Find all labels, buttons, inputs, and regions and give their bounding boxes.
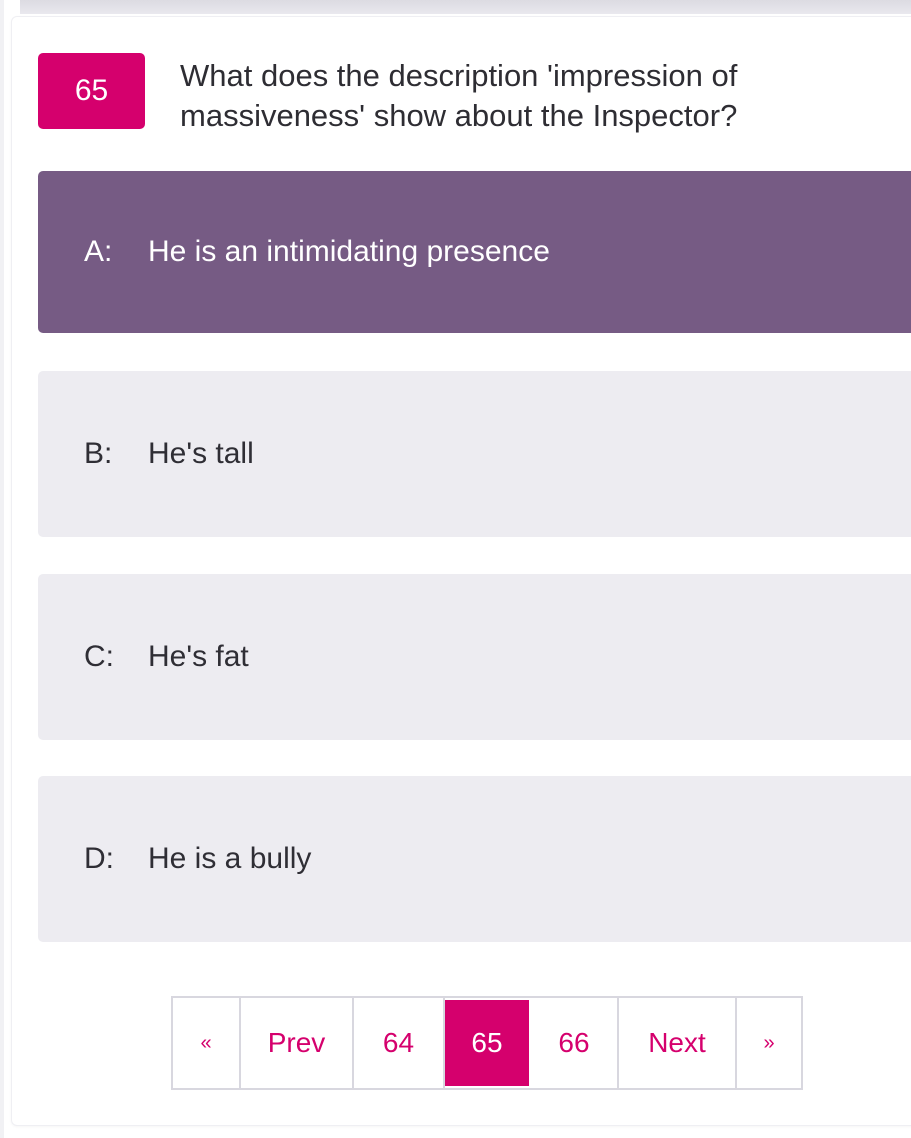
previous-card-edge — [20, 0, 911, 14]
first-page-button[interactable]: « — [173, 998, 241, 1088]
option-text: He's fat — [148, 640, 249, 673]
page-64-button[interactable]: 64 — [354, 998, 445, 1088]
pagination: « Prev 64 65 66 Next » — [171, 996, 803, 1090]
option-text: He is an intimidating presence — [148, 235, 550, 268]
option-letter: A: — [84, 235, 113, 268]
option-text: He's tall — [148, 437, 254, 470]
option-d[interactable]: D: He is a bully — [38, 776, 911, 942]
last-page-button[interactable]: » — [737, 998, 801, 1088]
option-b[interactable]: B: He's tall — [38, 371, 911, 537]
left-rail — [0, 0, 4, 1138]
question-text: What does the description 'impression of… — [180, 58, 738, 133]
option-text: He is a bully — [148, 842, 312, 875]
page-65-button-current[interactable]: 65 — [445, 1000, 529, 1086]
option-letter: D: — [84, 842, 114, 875]
page-66-button[interactable]: 66 — [529, 998, 619, 1088]
option-letter: C: — [84, 640, 114, 673]
quiz-page: 65 What does the description 'impression… — [0, 0, 911, 1138]
option-a[interactable]: A: He is an intimidating presence — [38, 171, 911, 333]
prev-page-button[interactable]: Prev — [241, 998, 354, 1088]
option-c[interactable]: C: He's fat — [38, 574, 911, 740]
option-letter: B: — [84, 437, 113, 470]
question-number-badge: 65 — [38, 53, 145, 129]
next-page-button[interactable]: Next — [619, 998, 737, 1088]
